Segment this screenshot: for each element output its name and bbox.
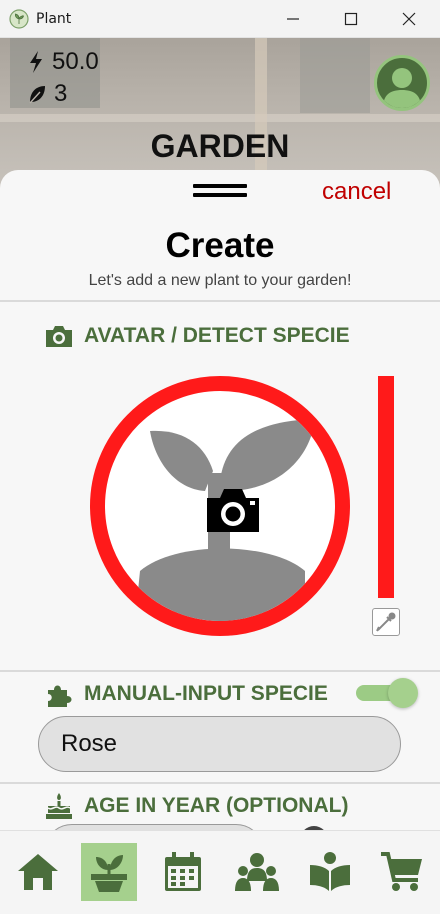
color-picker-button[interactable] xyxy=(372,608,400,636)
manual-section-header: MANUAL-INPUT SPECIE xyxy=(44,680,328,708)
potted-plant-icon xyxy=(91,855,127,892)
drag-handle[interactable] xyxy=(193,184,247,200)
energy-stat: 50.0 xyxy=(28,48,99,76)
camera-overlay-icon xyxy=(207,489,259,532)
age-section-header: AGE IN YEAR (OPTIONAL) xyxy=(44,792,348,820)
bottom-nav xyxy=(0,830,440,914)
nav-calendar[interactable] xyxy=(155,843,211,901)
minimize-button[interactable] xyxy=(264,0,322,38)
nav-learn[interactable] xyxy=(302,843,358,901)
leaf-icon xyxy=(29,86,45,104)
home-icon xyxy=(18,854,58,890)
nav-community[interactable] xyxy=(229,843,285,901)
maximize-icon xyxy=(344,12,358,26)
manual-section-label: MANUAL-INPUT SPECIE xyxy=(84,682,328,705)
lightning-icon xyxy=(30,51,42,73)
window-title: Plant xyxy=(36,11,72,27)
avatar-section-header: AVATAR / DETECT SPECIE xyxy=(44,324,350,348)
page-title: GARDEN xyxy=(150,128,290,164)
community-icon xyxy=(235,853,279,891)
nav-garden[interactable] xyxy=(81,843,137,901)
specie-input[interactable]: Rose xyxy=(38,716,401,772)
maximize-button[interactable] xyxy=(322,0,380,38)
nav-home[interactable] xyxy=(10,843,66,901)
user-icon xyxy=(383,68,421,108)
create-plant-sheet: cancel Create Let's add a new plant to y… xyxy=(0,170,440,830)
energy-value: 50.0 xyxy=(52,48,99,75)
minimize-icon xyxy=(287,18,299,20)
leaf-stat: 3 xyxy=(28,80,67,108)
camera-icon xyxy=(46,326,72,347)
plant-avatar-button[interactable] xyxy=(90,376,350,636)
garden-header: 50.0 3 GARDEN xyxy=(0,38,440,188)
divider xyxy=(0,300,440,302)
calendar-icon xyxy=(165,852,201,891)
window-titlebar: Plant xyxy=(0,0,440,38)
divider xyxy=(0,782,440,784)
sheet-title: Create xyxy=(165,226,275,265)
close-icon xyxy=(402,12,416,26)
cancel-button[interactable]: cancel xyxy=(322,178,391,206)
avatar-section-label: AVATAR / DETECT SPECIE xyxy=(84,324,350,347)
book-icon xyxy=(310,852,350,891)
app-icon xyxy=(9,9,29,29)
eyedropper-icon xyxy=(376,612,396,632)
leaf-count: 3 xyxy=(54,80,68,107)
color-slider[interactable] xyxy=(378,376,394,598)
manual-input-toggle[interactable] xyxy=(356,678,418,708)
puzzle-icon xyxy=(48,685,72,707)
nav-shop[interactable] xyxy=(374,843,430,901)
avatar[interactable] xyxy=(374,55,430,111)
divider xyxy=(0,670,440,672)
cart-icon xyxy=(381,852,422,891)
sheet-subtitle: Let's add a new plant to your garden! xyxy=(88,272,352,289)
cake-icon xyxy=(46,793,72,819)
age-section-label: AGE IN YEAR (OPTIONAL) xyxy=(84,794,349,817)
close-button[interactable] xyxy=(380,0,438,38)
